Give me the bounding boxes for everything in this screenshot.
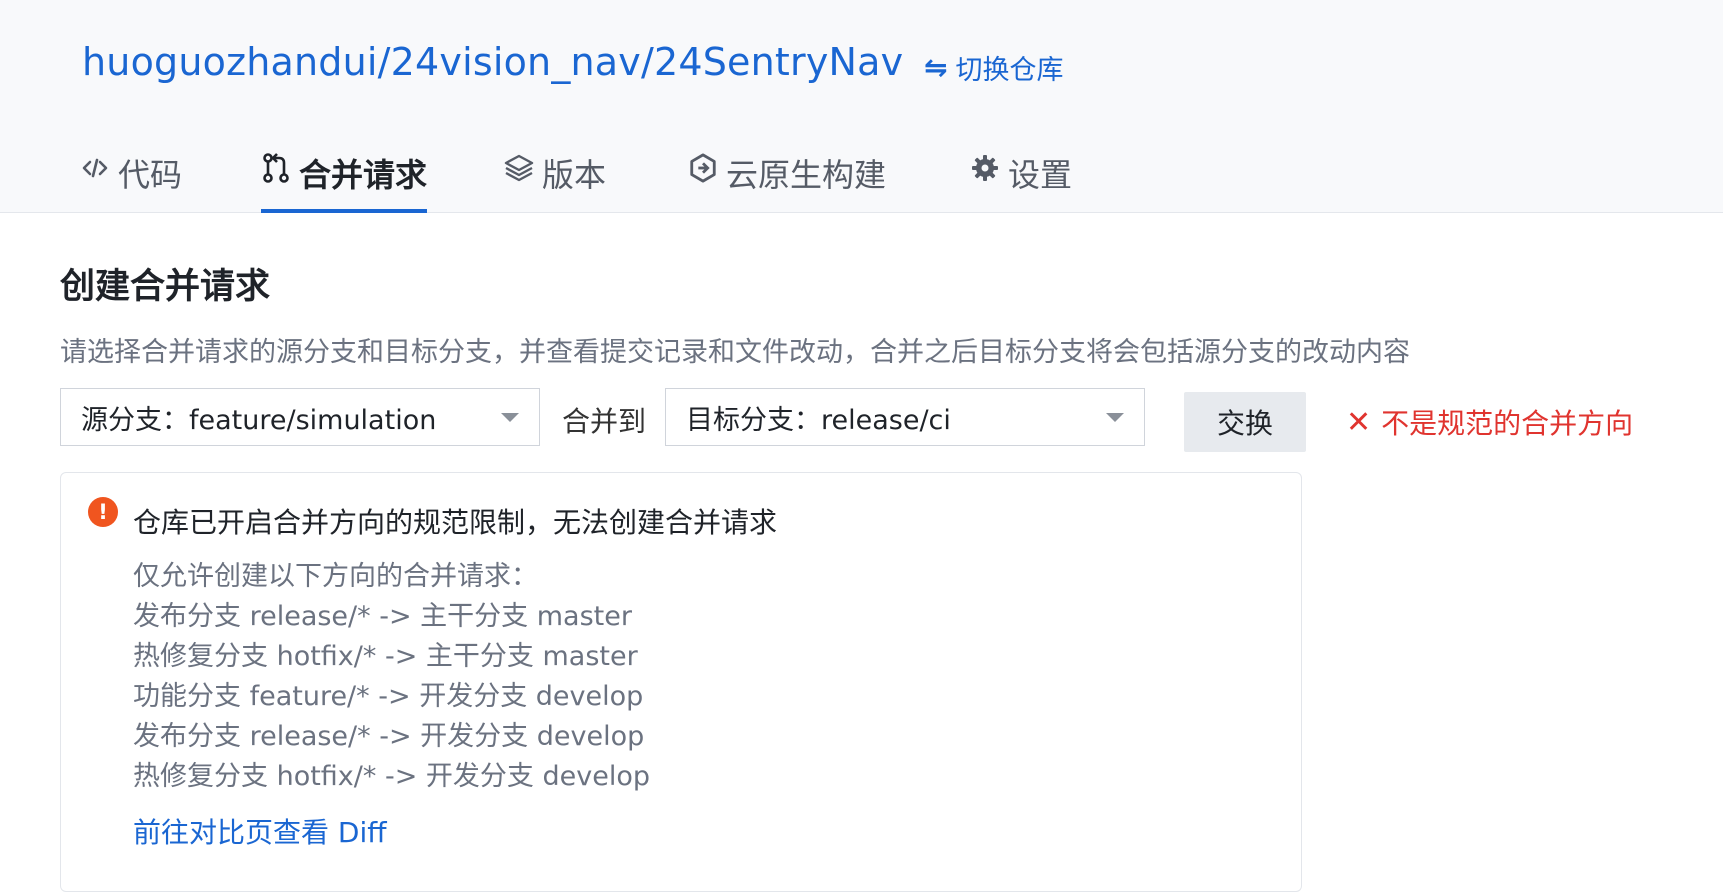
switch-repo-button[interactable]: ⇋ 切换仓库: [924, 48, 1063, 87]
invalid-direction-text: 不是规范的合并方向: [1381, 407, 1634, 440]
tab-releases[interactable]: 版本: [504, 150, 606, 212]
page-title: 创建合并请求: [60, 267, 271, 307]
rule-item: 发布分支 release/* -> 主干分支 master: [133, 601, 632, 632]
target-branch-select[interactable]: 目标分支：release/ci: [665, 388, 1145, 446]
alert-title: 仓库已开启合并方向的规范限制，无法创建合并请求: [133, 506, 778, 539]
rule-item: 热修复分支 hotfix/* -> 主干分支 master: [133, 641, 638, 672]
tab-cloud-native-build[interactable]: 云原生构建: [688, 150, 886, 212]
tab-settings-label: 设置: [1008, 156, 1073, 194]
gear-icon: [970, 150, 1000, 186]
repo-tabs: 代码 合并请求 版本 云原生构建 设置: [0, 150, 1723, 213]
swap-button[interactable]: 交换: [1184, 392, 1306, 452]
invalid-direction-message: ✕ 不是规范的合并方向: [1346, 402, 1633, 442]
rule-item: 功能分支 feature/* -> 开发分支 develop: [133, 681, 644, 712]
source-branch-select[interactable]: 源分支：feature/simulation: [60, 388, 540, 446]
rule-item: 发布分支 release/* -> 开发分支 develop: [133, 721, 645, 752]
merge-to-label: 合并到: [562, 405, 647, 438]
code-icon: [80, 150, 110, 186]
layers-icon: [504, 150, 534, 186]
swap-arrows-icon: ⇋: [924, 51, 948, 84]
rules-intro: 仅允许创建以下方向的合并请求：: [133, 561, 538, 592]
chevron-down-icon: [501, 412, 519, 422]
view-diff-link[interactable]: 前往对比页查看 Diff: [133, 811, 387, 851]
source-branch-value: 源分支：feature/simulation: [81, 404, 437, 436]
tab-code[interactable]: 代码: [80, 150, 182, 212]
tab-merge-requests-label: 合并请求: [299, 156, 428, 194]
tab-releases-label: 版本: [542, 156, 607, 194]
close-icon: ✕: [1346, 404, 1372, 440]
chevron-down-icon: [1106, 412, 1124, 422]
tab-settings[interactable]: 设置: [970, 150, 1072, 212]
repo-header: huoguozhandui/24vision_nav/24SentryNav ⇋…: [0, 0, 1723, 213]
pull-request-icon: [261, 150, 291, 186]
tab-cloud-native-build-label: 云原生构建: [726, 156, 887, 194]
rule-item: 热修复分支 hotfix/* -> 开发分支 develop: [133, 761, 650, 792]
exclamation-icon: !: [88, 497, 118, 527]
tab-merge-requests[interactable]: 合并请求: [261, 150, 428, 213]
restriction-alert: ! 仓库已开启合并方向的规范限制，无法创建合并请求 仅允许创建以下方向的合并请求…: [60, 472, 1302, 892]
allowed-directions-list: 仅允许创建以下方向的合并请求： 发布分支 release/* -> 主干分支 m…: [133, 557, 650, 797]
cloud-build-icon: [688, 150, 718, 186]
repo-path-link[interactable]: huoguozhandui/24vision_nav/24SentryNav: [82, 40, 903, 84]
page-description: 请选择合并请求的源分支和目标分支，并查看提交记录和文件改动，合并之后目标分支将会…: [60, 337, 1410, 368]
switch-repo-label: 切换仓库: [955, 55, 1064, 86]
target-branch-value: 目标分支：release/ci: [686, 404, 951, 436]
tab-code-label: 代码: [118, 156, 183, 194]
